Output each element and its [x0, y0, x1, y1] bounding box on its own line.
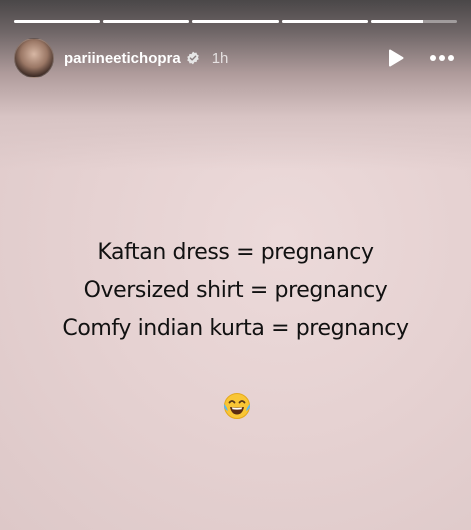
- more-options-icon[interactable]: [427, 45, 457, 71]
- progress-segment: [192, 20, 279, 23]
- progress-segment: [14, 20, 101, 23]
- progress-segment: [281, 20, 368, 23]
- face-with-tears-of-joy-icon: [222, 391, 252, 421]
- story-text: Kaftan dress = pregnancy Oversized shirt…: [0, 234, 471, 348]
- progress-segment: [370, 20, 458, 23]
- verified-badge-icon: [186, 51, 200, 65]
- story-text-line: Kaftan dress = pregnancy: [97, 240, 374, 265]
- progress-segment: [103, 20, 190, 23]
- story-progress-bar: [14, 20, 458, 23]
- avatar[interactable]: [14, 38, 54, 78]
- story-text-line: Comfy indian kurta = pregnancy: [62, 316, 409, 341]
- story-text-line: Oversized shirt = pregnancy: [83, 278, 388, 303]
- username[interactable]: pariineetichopra: [64, 50, 181, 67]
- post-time: 1h: [211, 49, 229, 67]
- story-viewer[interactable]: pariineetichopra 1h Kaftan dress = pregn…: [0, 0, 471, 530]
- play-icon[interactable]: [383, 45, 409, 71]
- story-header: pariineetichopra 1h: [14, 38, 457, 78]
